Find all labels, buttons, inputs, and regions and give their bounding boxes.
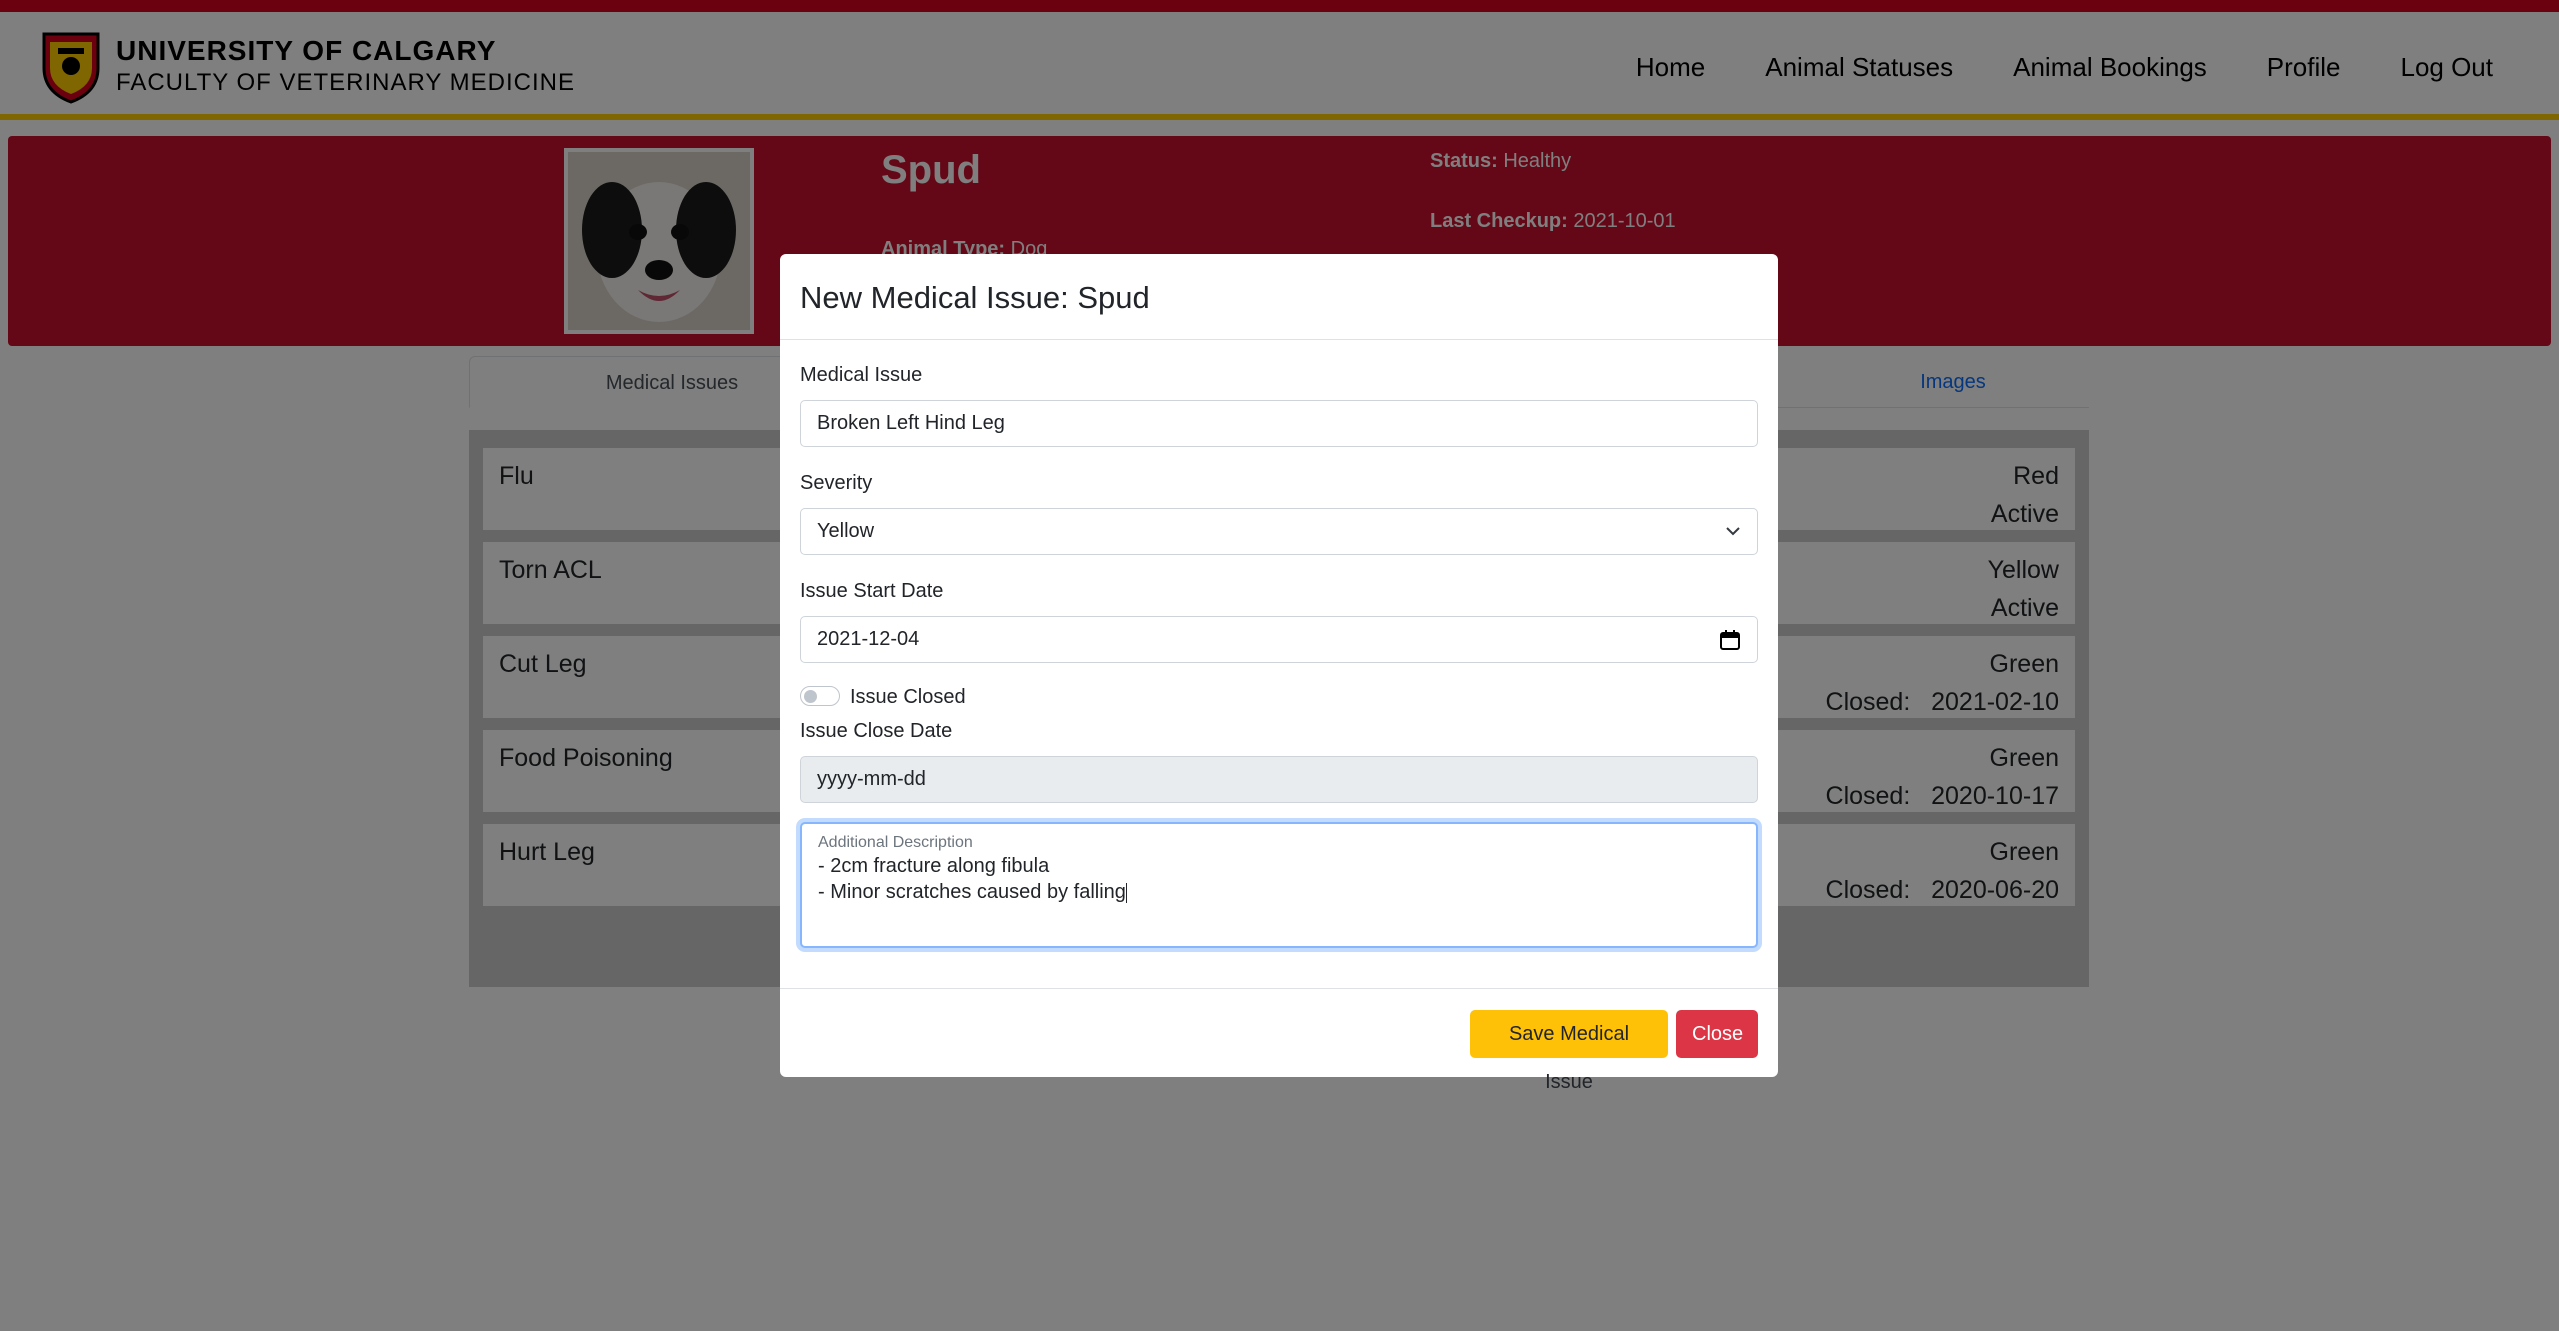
- severity-select[interactable]: Yellow: [800, 508, 1758, 555]
- severity-label: Severity: [800, 472, 873, 494]
- modal-header: New Medical Issue: Spud: [780, 254, 1778, 340]
- chevron-down-icon: [1726, 527, 1740, 536]
- description-textarea[interactable]: Additional Description - 2cm fracture al…: [800, 822, 1758, 948]
- start-date-input[interactable]: 2021-12-04: [800, 616, 1758, 663]
- toggle-knob: [804, 690, 817, 703]
- severity-value: Yellow: [817, 520, 875, 542]
- close-button[interactable]: Close: [1676, 1010, 1758, 1058]
- text-caret: [1125, 882, 1127, 903]
- start-date-label: Issue Start Date: [800, 580, 944, 602]
- description-line-cursor: - Minor scratches caused by falling: [818, 881, 1740, 904]
- close-date-label: Issue Close Date: [800, 720, 953, 742]
- modal-title: New Medical Issue: Spud: [800, 280, 1150, 315]
- save-medical-issue-button[interactable]: Save Medical Issue: [1470, 1010, 1668, 1093]
- issue-closed-label: Issue Closed: [850, 686, 966, 708]
- medical-issue-input[interactable]: Broken Left Hind Leg: [800, 400, 1758, 447]
- calendar-icon[interactable]: [1719, 629, 1741, 651]
- modal-footer-divider: [780, 988, 1778, 989]
- issue-closed-toggle[interactable]: [800, 686, 840, 706]
- close-date-placeholder: yyyy-mm-dd: [817, 768, 926, 790]
- description-label: Additional Description: [818, 834, 973, 851]
- medical-issue-value: Broken Left Hind Leg: [817, 412, 1005, 434]
- medical-issue-label: Medical Issue: [800, 364, 923, 386]
- description-line: - 2cm fracture along fibula: [818, 855, 1050, 877]
- new-medical-issue-modal: New Medical Issue: Spud Medical Issue Br…: [780, 254, 1778, 1093]
- start-date-value: 2021-12-04: [817, 628, 920, 650]
- close-date-input[interactable]: yyyy-mm-dd: [800, 756, 1758, 803]
- description-line: - Minor scratches caused by falling: [818, 881, 1126, 903]
